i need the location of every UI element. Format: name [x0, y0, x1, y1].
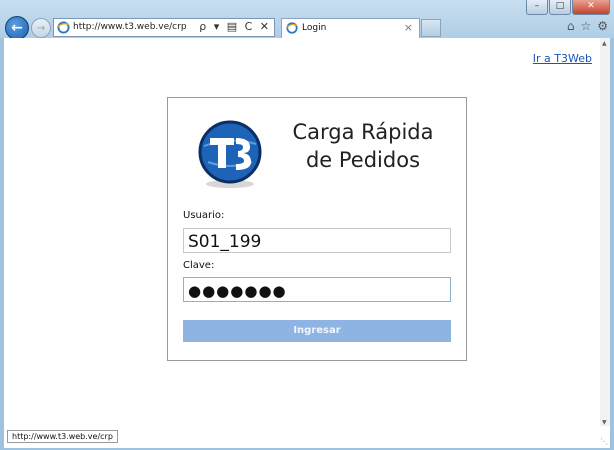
gear-icon[interactable]: ⚙: [597, 19, 608, 33]
tab-close-icon[interactable]: ×: [404, 21, 413, 34]
login-card: Carga Rápida de Pedidos Usuario: S01_199…: [167, 97, 467, 361]
resize-grip-icon[interactable]: ⋱: [600, 437, 608, 446]
forward-arrow-icon: →: [36, 22, 46, 34]
back-arrow-icon: ←: [11, 20, 23, 36]
address-bar[interactable]: http://www.t3.web.ve/crp ρ ▾ ▤ C ✕: [53, 18, 275, 37]
address-tools[interactable]: ρ ▾ ▤ C ✕: [199, 20, 271, 33]
tab-login[interactable]: Login ×: [281, 18, 420, 38]
back-button[interactable]: ←: [5, 16, 29, 40]
ie-tab-icon: [286, 22, 298, 34]
new-tab-button[interactable]: [421, 19, 441, 37]
star-icon[interactable]: ☆: [580, 19, 591, 33]
usuario-input[interactable]: S01_199: [183, 228, 451, 253]
tab-title: Login: [302, 23, 327, 33]
usuario-label: Usuario:: [183, 210, 225, 221]
browser-chrome: – □ ✕ ← → http://www.t3.web.ve/crp ρ ▾ ▤…: [0, 0, 614, 40]
window-controls: – □ ✕: [526, 0, 610, 15]
clave-password-input[interactable]: ●●●●●●●: [183, 277, 451, 302]
close-window-button[interactable]: ✕: [572, 0, 610, 15]
minimize-button[interactable]: –: [526, 0, 548, 15]
browser-tools: ⌂ ☆ ⚙: [567, 19, 608, 33]
address-url: http://www.t3.web.ve/crp: [73, 22, 187, 32]
title-line-2: de Pedidos: [305, 148, 421, 172]
ir-a-t3web-link[interactable]: Ir a T3Web: [533, 52, 592, 65]
scroll-up-icon[interactable]: ▲: [602, 40, 607, 47]
maximize-button[interactable]: □: [549, 0, 571, 15]
ingresar-button[interactable]: Ingresar: [183, 320, 451, 342]
page-title: Carga Rápida de Pedidos: [276, 118, 450, 174]
vertical-scrollbar[interactable]: ▲ ▼: [600, 38, 610, 438]
title-line-1: Carga Rápida: [292, 120, 434, 144]
status-url: http://www.t3.web.ve/crp: [7, 430, 118, 443]
page-content: Ir a T3Web Carga Rápida de Pedidos Usuar…: [4, 38, 610, 438]
t3-logo-icon: [198, 120, 262, 188]
scroll-down-icon[interactable]: ▼: [602, 419, 607, 426]
clave-label: Clave:: [183, 260, 215, 271]
ie-icon: [57, 21, 70, 34]
forward-button[interactable]: →: [31, 18, 51, 38]
status-bar: http://www.t3.web.ve/crp ⋱: [4, 426, 610, 448]
home-icon[interactable]: ⌂: [567, 19, 575, 33]
